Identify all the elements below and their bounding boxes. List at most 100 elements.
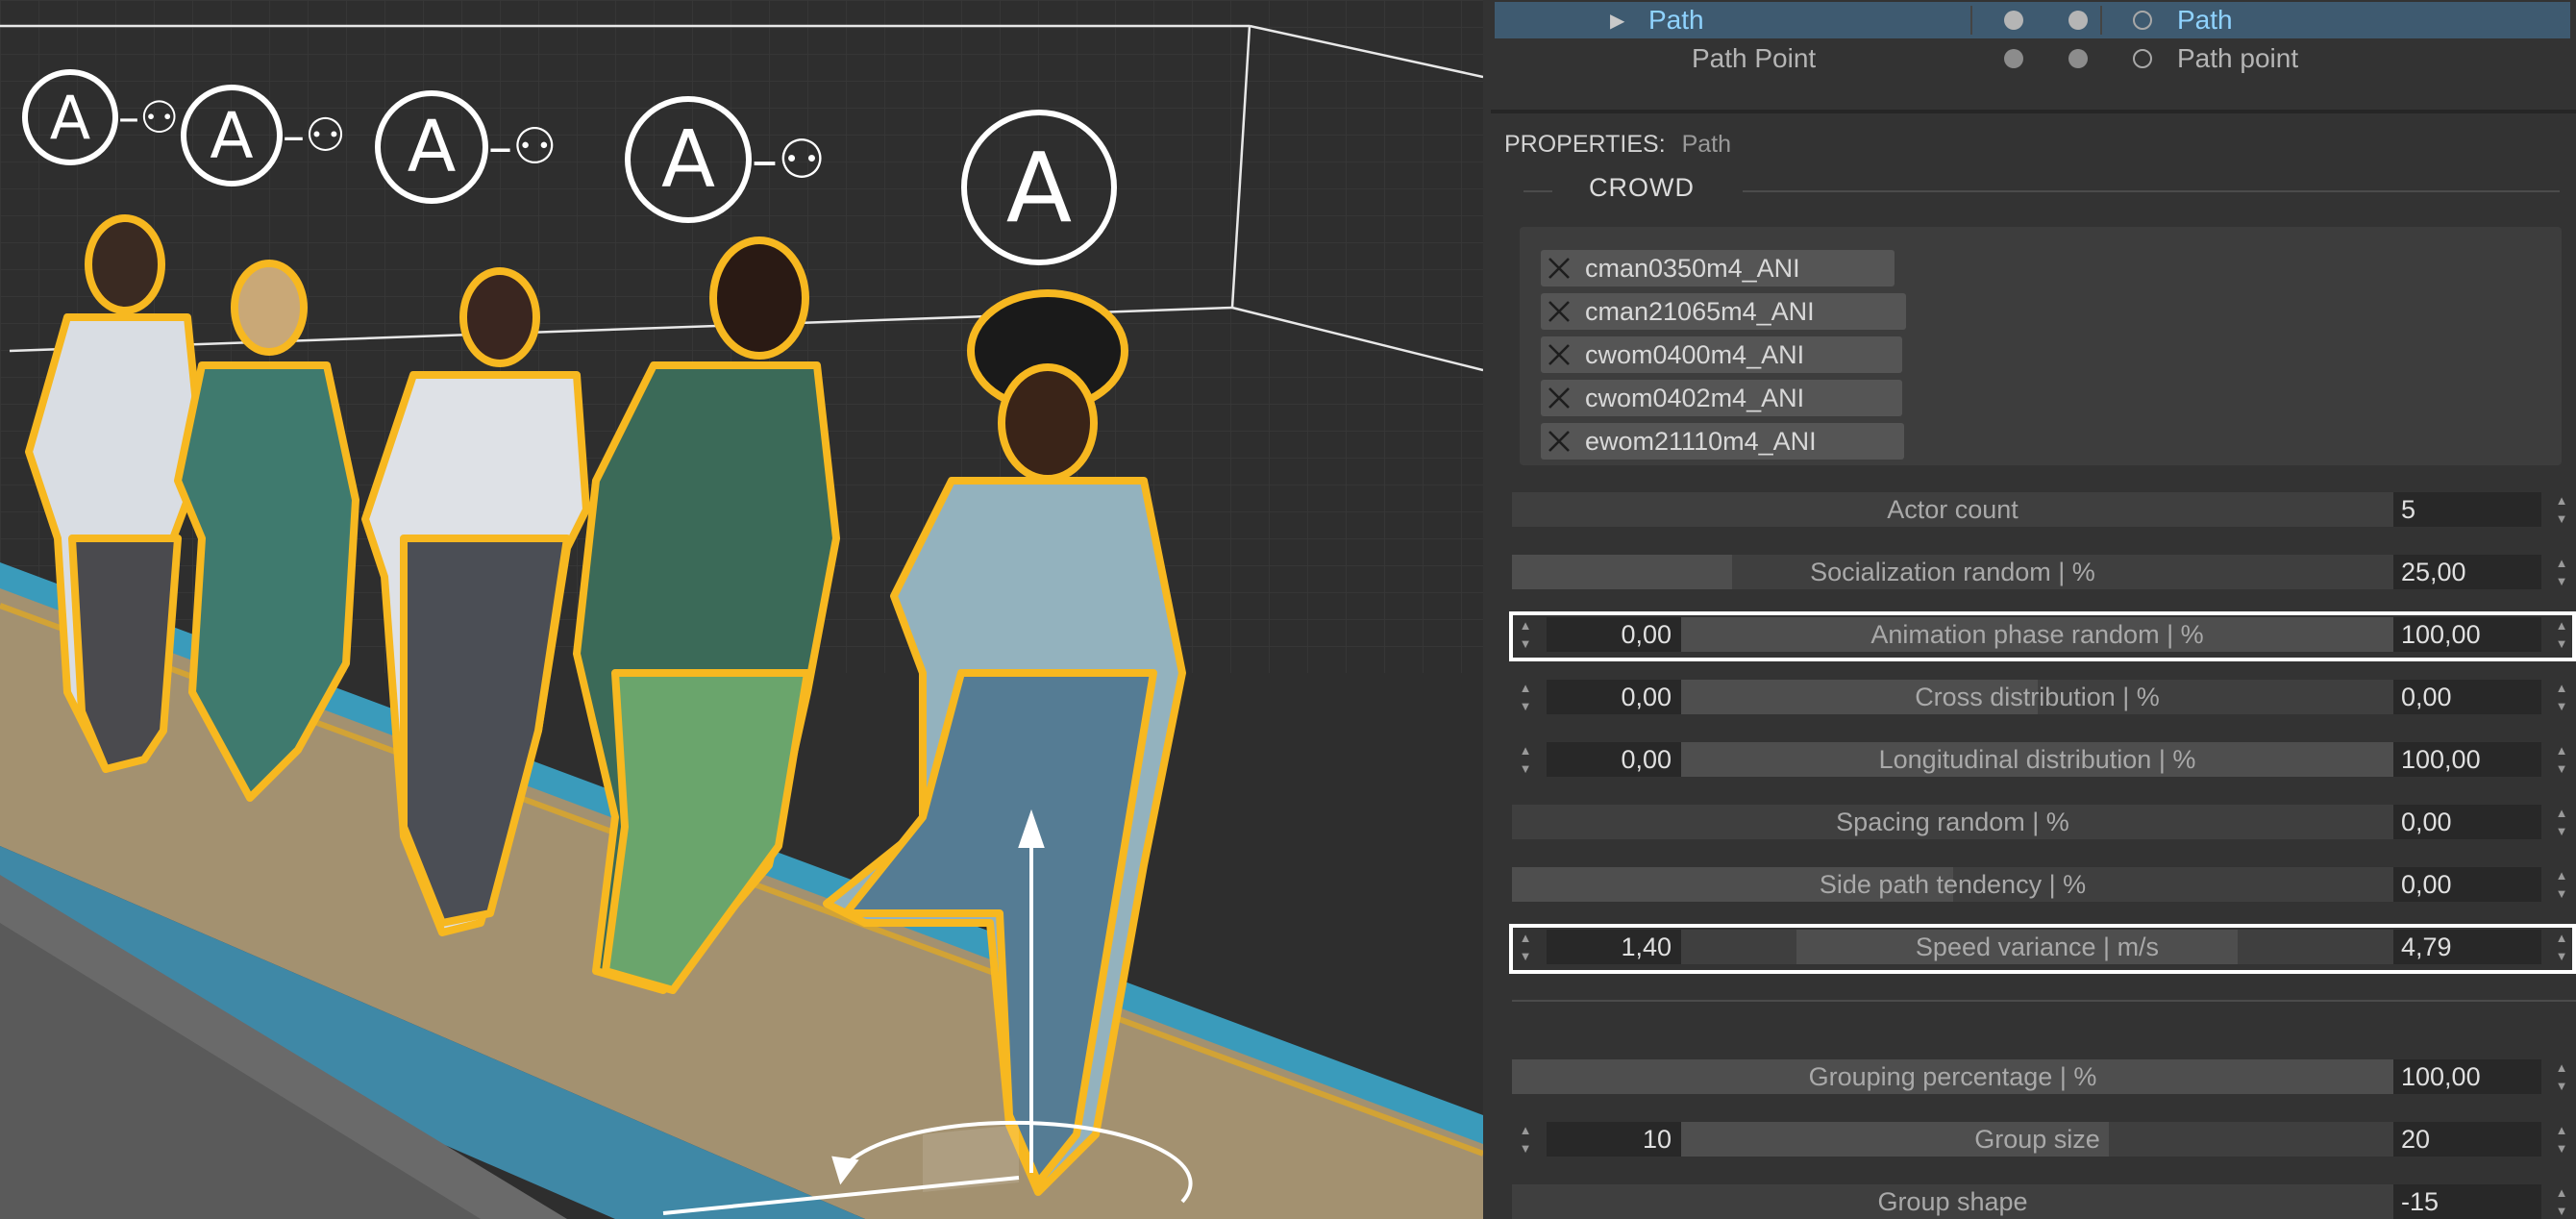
outliner-item-type: Path — [2177, 5, 2233, 35]
actor-badge-1: A – ⚇ — [22, 69, 179, 165]
outliner-item-name[interactable]: Path — [1648, 2, 1704, 38]
actor-tag-label: cwom0400m4_ANI — [1585, 339, 1805, 369]
value-field[interactable]: 100,00 — [2393, 1059, 2541, 1094]
param-label: Grouping percentage | % — [1808, 1061, 2097, 1091]
value-field[interactable]: 100,00 — [2393, 742, 2541, 777]
spinner-arrows-icon[interactable]: ▲ ▼ — [2552, 1061, 2571, 1092]
group-separator — [1512, 1000, 2576, 1002]
spinner-arrows-icon[interactable]: ▲ ▼ — [2552, 869, 2571, 900]
actor-badge-5: A — [961, 110, 1117, 265]
value-field[interactable]: 0,00 — [2393, 867, 2541, 902]
actor-a-icon: A — [961, 110, 1117, 265]
visibility-dot-icon[interactable] — [2004, 40, 2023, 77]
range-slider-bar[interactable]: Cross distribution | % — [1681, 680, 2393, 714]
min-value-field[interactable]: 10 — [1547, 1122, 1681, 1157]
actor-tag-label: cman21065m4_ANI — [1585, 296, 1815, 326]
slider-bar[interactable]: Actor count — [1512, 492, 2393, 527]
slider-bar[interactable]: Spacing random | % — [1512, 805, 2393, 839]
expand-arrow-icon[interactable]: ▶ — [1610, 2, 1624, 38]
spinner-arrows-icon[interactable]: ▲ ▼ — [2552, 807, 2571, 837]
actor-tag-label: ewom21110m4_ANI — [1585, 426, 1817, 456]
actor-tag-label: cman0350m4_ANI — [1585, 253, 1800, 283]
highlight-frame — [1509, 611, 2576, 661]
actor-tag[interactable]: ewom21110m4_ANI — [1541, 423, 1904, 460]
param-group-size: ▲ ▼ 10 Group size 20 ▲ ▼ — [1512, 1118, 2576, 1158]
spinner-arrows-icon[interactable]: ▲ ▼ — [2552, 1124, 2571, 1155]
value-field[interactable]: 25,00 — [2393, 555, 2541, 589]
actor-link-icon: – ⚇ — [118, 91, 180, 143]
param-label: Cross distribution | % — [1915, 682, 2160, 711]
actor-a-icon: A — [375, 90, 488, 204]
spinner-arrows-icon[interactable]: ▲ ▼ — [1516, 1124, 1535, 1155]
slider-bar[interactable]: Socialization random | % — [1512, 555, 2393, 589]
param-label: Side path tendency | % — [1819, 869, 2087, 899]
remove-x-icon[interactable] — [1541, 423, 1577, 460]
properties-panel: ▶ Path Path Path Point Path point PROPER… — [1483, 0, 2576, 1219]
param-label: Socialization random | % — [1810, 557, 2095, 586]
param-label: Actor count — [1887, 494, 2019, 524]
param-label: Longitudinal distribution | % — [1878, 744, 2196, 774]
spinner-arrows-icon[interactable]: ▲ ▼ — [2552, 744, 2571, 775]
panel-divider — [1491, 110, 2576, 113]
actor-list[interactable]: cman0350m4_ANI cman21065m4_ANI cwom0400m… — [1520, 227, 2562, 465]
actor-link-icon: – ⚇ — [283, 109, 347, 162]
actor-tag[interactable]: cman0350m4_ANI — [1541, 250, 1895, 286]
param-label: Group size — [1974, 1124, 2100, 1154]
lock-dot-icon[interactable] — [2068, 2, 2088, 38]
spinner-arrows-icon[interactable]: ▲ ▼ — [2552, 494, 2571, 525]
remove-x-icon[interactable] — [1541, 250, 1577, 286]
spinner-arrows-icon[interactable]: ▲ ▼ — [2552, 1186, 2571, 1217]
min-value-field[interactable]: 0,00 — [1547, 680, 1681, 714]
properties-header: PROPERTIES: Path — [1504, 131, 1731, 159]
param-socialization-random: Socialization random | % 25,00 ▲ ▼ — [1512, 551, 2576, 591]
remove-x-icon[interactable] — [1541, 336, 1577, 373]
visibility-dot-icon[interactable] — [2004, 2, 2023, 38]
actor-tag[interactable]: cwom0402m4_ANI — [1541, 380, 1902, 416]
properties-target: Path — [1681, 131, 1732, 158]
value-field[interactable]: 0,00 — [2393, 680, 2541, 714]
spinner-arrows-icon[interactable]: ▲ ▼ — [1516, 744, 1535, 775]
remove-x-icon[interactable] — [1541, 380, 1577, 416]
range-slider-bar[interactable]: Group size — [1681, 1122, 2393, 1157]
highlight-frame — [1509, 924, 2576, 974]
value-field[interactable]: 0,00 — [2393, 805, 2541, 839]
outliner-item-type: Path point — [2177, 43, 2299, 73]
spinner-arrows-icon[interactable]: ▲ ▼ — [2552, 557, 2571, 587]
spinner-arrows-icon[interactable]: ▲ ▼ — [2552, 682, 2571, 712]
actor-a-icon: A — [181, 85, 283, 187]
section-line-left — [1523, 190, 1552, 192]
actor-a-icon: A — [625, 96, 752, 223]
value-field[interactable]: -15 — [2393, 1184, 2541, 1219]
section-title-crowd[interactable]: CROWD — [1589, 173, 1695, 203]
value-field[interactable]: 20 — [2393, 1122, 2541, 1157]
slider-bar[interactable]: Grouping percentage | % — [1512, 1059, 2393, 1094]
actor-badge-4: A – ⚇ — [625, 96, 826, 223]
properties-label: PROPERTIES: — [1504, 131, 1666, 158]
min-value-field[interactable]: 0,00 — [1547, 742, 1681, 777]
outliner-row-path[interactable]: ▶ Path Path — [1495, 2, 2570, 38]
lock-dot-icon[interactable] — [2068, 40, 2088, 77]
slider-bar[interactable]: Group shape — [1512, 1184, 2393, 1219]
remove-x-icon[interactable] — [1541, 293, 1577, 330]
actor-a-icon: A — [22, 69, 118, 165]
section-line-right — [1743, 190, 2560, 192]
actor-tag-label: cwom0402m4_ANI — [1585, 383, 1805, 412]
param-grouping-percentage: Grouping percentage | % 100,00 ▲ ▼ — [1512, 1056, 2576, 1096]
slider-bar[interactable]: Side path tendency | % — [1512, 867, 2393, 902]
actor-badge-2: A – ⚇ — [181, 85, 346, 187]
outliner-item-name[interactable]: Path Point — [1692, 40, 1816, 77]
param-label: Group shape — [1877, 1186, 2028, 1216]
actor-tag[interactable]: cman21065m4_ANI — [1541, 293, 1906, 330]
param-label: Spacing random | % — [1836, 807, 2069, 836]
actor-tag[interactable]: cwom0400m4_ANI — [1541, 336, 1902, 373]
3d-viewport[interactable]: A – ⚇ A – ⚇ A – ⚇ A – ⚇ A — [0, 0, 1483, 1219]
value-field[interactable]: 5 — [2393, 492, 2541, 527]
select-dot-icon[interactable] — [2133, 40, 2152, 77]
spinner-arrows-icon[interactable]: ▲ ▼ — [1516, 682, 1535, 712]
actor-link-icon: – ⚇ — [752, 128, 827, 191]
param-spacing-random: Spacing random | % 0,00 ▲ ▼ — [1512, 801, 2576, 841]
select-dot-icon[interactable] — [2133, 2, 2152, 38]
actor-link-icon: – ⚇ — [488, 118, 557, 176]
outliner-row-path-point[interactable]: Path Point Path point — [1495, 40, 2570, 77]
range-slider-bar[interactable]: Longitudinal distribution | % — [1681, 742, 2393, 777]
